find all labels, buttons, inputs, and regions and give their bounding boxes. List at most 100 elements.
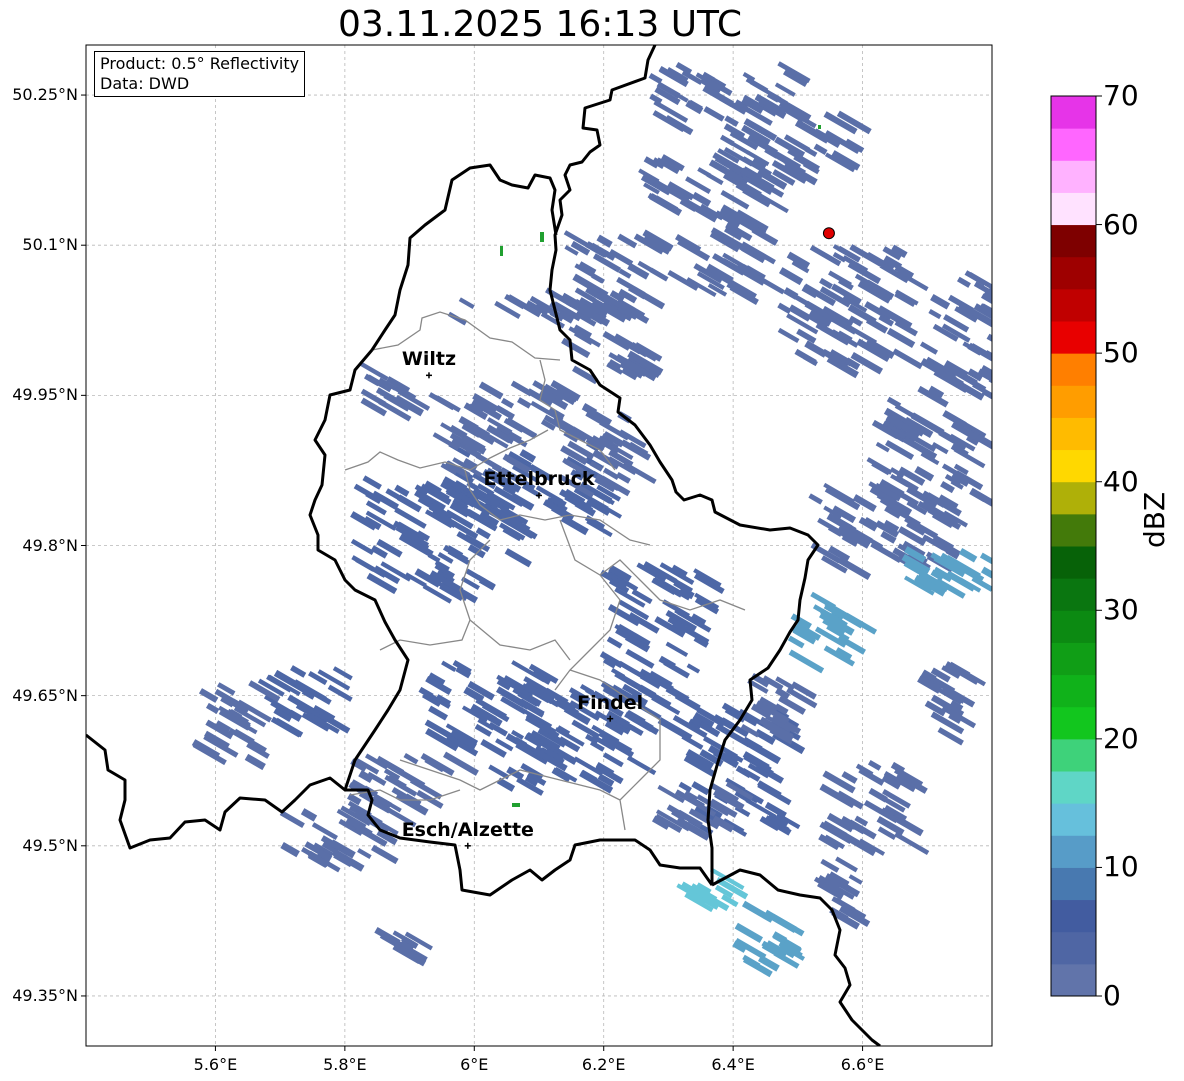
radar-echo-streak <box>290 665 307 678</box>
radar-echo-cell <box>500 246 503 256</box>
radar-echo-streak <box>835 856 858 873</box>
colorbar-swatch <box>1051 738 1096 772</box>
radar-echo-streak <box>867 760 882 771</box>
radar-echo-streak <box>362 475 382 490</box>
colorbar-swatch <box>1051 96 1096 129</box>
radar-site-marker[interactable] <box>822 227 835 240</box>
radar-echo-streak <box>332 666 353 681</box>
radar-echo-streak <box>648 72 663 85</box>
colorbar-title: dBZ <box>1138 491 1171 548</box>
radar-echo-streak <box>370 844 399 865</box>
colorbar-swatch <box>1051 963 1096 997</box>
city-label: Wiltz <box>401 348 457 371</box>
colorbar-tick-label: 70 <box>1103 79 1139 112</box>
radar-echo-streak <box>819 277 833 290</box>
radar-echo-streak <box>358 770 374 783</box>
city-label: Ettelbruck <box>483 468 595 491</box>
product-info-box: Product: 0.5° Reflectivity Data: DWD <box>94 51 306 97</box>
radar-echo-streak <box>919 341 939 355</box>
radar-echo-streak <box>606 636 623 649</box>
radar-echo-streak <box>649 267 669 282</box>
colorbar-swatch <box>1051 674 1096 708</box>
colorbar-swatch <box>1051 899 1096 933</box>
radar-echo-streak <box>636 289 666 310</box>
radar-echo-cell <box>818 125 821 129</box>
radar-echo-streak <box>658 655 676 670</box>
radar-echo-streak <box>681 734 704 750</box>
radar-echo-streak <box>625 648 655 669</box>
radar-echo-streak <box>596 234 613 248</box>
radar-echo-streak <box>652 110 686 133</box>
colorbar-tick-label: 20 <box>1103 721 1139 755</box>
lat-label: 49.8°N <box>22 535 78 555</box>
colorbar-swatch <box>1051 578 1096 611</box>
colorbar-swatch <box>1051 803 1096 836</box>
lon-label: 6.2°E <box>581 1055 626 1074</box>
radar-echo-streak <box>958 547 978 563</box>
colorbar-swatch <box>1051 128 1096 161</box>
colorbar-swatch <box>1051 642 1096 676</box>
radar-echo-streak <box>279 810 305 828</box>
radar-echo-streak <box>447 311 467 326</box>
colorbar-swatch <box>1051 385 1096 418</box>
radar-echo-streak <box>510 380 533 397</box>
lat-label: 50.1°N <box>22 235 78 255</box>
colorbar-swatch <box>1051 321 1096 354</box>
lat-label: 49.5°N <box>22 835 78 855</box>
colorbar-swatch <box>1051 931 1096 965</box>
radar-echo-streak <box>665 641 689 658</box>
radar-echo-streak <box>894 832 930 855</box>
radar-echo-streak <box>981 388 992 408</box>
colorbar-tick-label: 50 <box>1103 336 1139 370</box>
radar-echo-streak <box>930 293 951 310</box>
colorbar-swatch <box>1051 160 1096 193</box>
lon-label: 6°E <box>460 1055 489 1074</box>
radar-echo-streak <box>517 397 532 409</box>
lon-label: 6.4°E <box>711 1055 755 1074</box>
radar-echo-streak <box>504 548 532 568</box>
radar-echo-streak <box>602 752 624 768</box>
product-label: Product: 0.5° Reflectivity <box>100 54 300 73</box>
city-label: Findel <box>577 691 644 714</box>
radar-map[interactable] <box>0 0 1184 1081</box>
lat-label: 49.35°N <box>12 985 78 1005</box>
radar-echo-streak <box>500 397 515 409</box>
radar-echo-streak <box>777 302 792 314</box>
colorbar-tick-label: 60 <box>1103 207 1139 241</box>
radar-echo-streak <box>788 649 825 674</box>
radar-echo-streak <box>956 276 971 288</box>
radar-echo-streak <box>617 233 638 249</box>
lon-label: 5.6°E <box>193 1055 238 1074</box>
colorbar-swatch <box>1051 256 1096 290</box>
lat-label: 50.25°N <box>12 85 78 105</box>
colorbar-swatch <box>1051 481 1096 515</box>
radar-echo-streak <box>244 753 266 771</box>
radar-echo-streak <box>992 341 1024 362</box>
radar-echo-streak <box>995 284 1022 303</box>
radar-echo-streak <box>706 172 724 186</box>
radar-echo-streak <box>777 327 800 344</box>
colorbar-swatch <box>1051 771 1096 804</box>
radar-echo-cell <box>540 232 544 242</box>
radar-echo-streak <box>991 317 992 331</box>
radar-echo-streak <box>658 65 673 78</box>
colorbar-swatch <box>1051 417 1096 451</box>
radar-echo-streak <box>355 558 375 572</box>
radar-echo-streak <box>691 781 710 796</box>
colorbar-swatch <box>1051 288 1096 322</box>
radar-echo-streak <box>300 808 318 822</box>
lon-label: 5.8°E <box>323 1055 367 1074</box>
colorbar-swatch <box>1051 513 1096 547</box>
radar-echo-streak <box>678 781 692 793</box>
colorbar-swatch <box>1051 546 1096 579</box>
radar-echo-streak <box>357 848 372 860</box>
radar-echo-streak <box>350 538 375 556</box>
colorbar-swatch <box>1051 353 1096 386</box>
colorbar-tick-label: 10 <box>1103 850 1139 884</box>
lat-label: 49.65°N <box>12 685 78 705</box>
radar-echo-streak <box>647 192 675 212</box>
lat-label: 49.95°N <box>12 385 78 405</box>
radar-echo-streak <box>766 770 784 784</box>
radar-echo-streak <box>892 348 923 370</box>
data-source-label: Data: DWD <box>100 74 190 93</box>
